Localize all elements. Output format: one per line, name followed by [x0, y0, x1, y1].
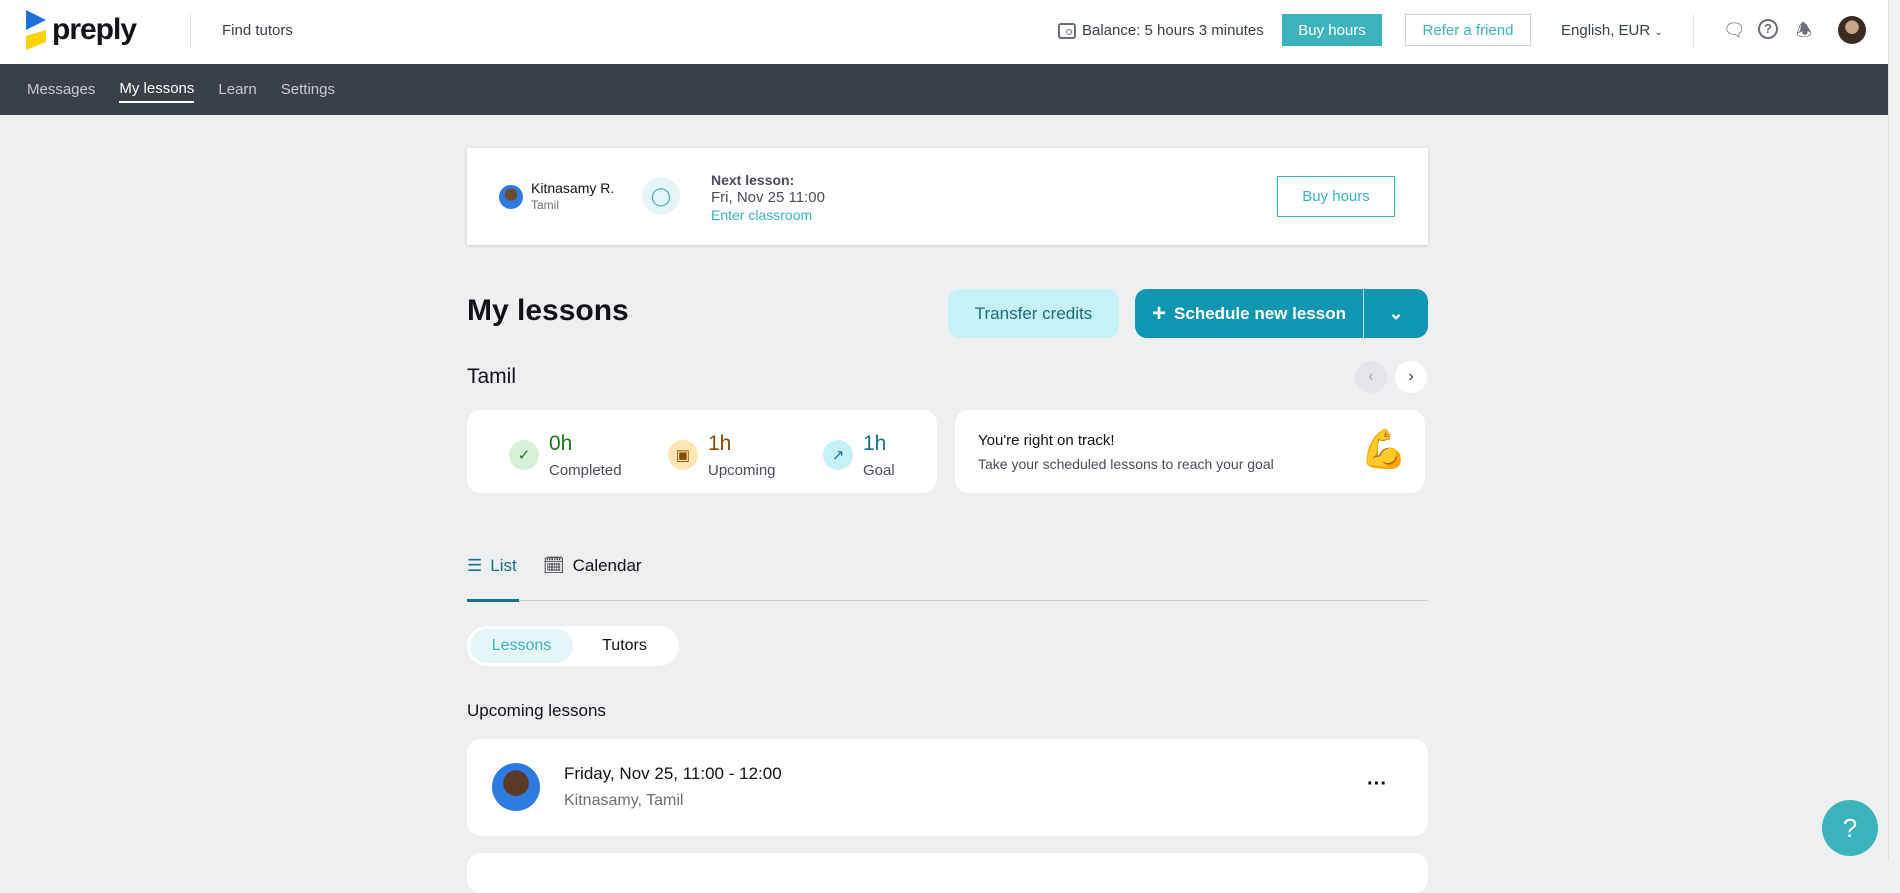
language-currency-select[interactable]: English, EUR ⌄ — [1561, 22, 1663, 39]
help-chat-button[interactable]: ? — [1822, 800, 1878, 856]
next-lesson-label: Next lesson: — [711, 172, 795, 188]
tab-calendar[interactable]: 🗓 Calendar — [543, 556, 642, 576]
page-title: My lessons — [467, 294, 629, 327]
main-nav: Messages My lessons Learn Settings — [0, 64, 1888, 115]
logo-mark-icon — [26, 10, 46, 50]
bell-icon[interactable]: 🕭 — [1793, 19, 1815, 41]
segment-lessons[interactable]: Lessons — [470, 629, 573, 663]
stat-completed: ✓ 0h Completed — [509, 432, 622, 479]
find-tutors-link[interactable]: Find tutors — [222, 22, 293, 39]
language-heading: Tamil — [467, 365, 517, 388]
flexed-bicep-icon: 💪 — [1360, 429, 1408, 471]
user-avatar[interactable] — [1838, 16, 1866, 44]
transfer-credits-button[interactable]: Transfer credits — [948, 289, 1119, 338]
lessons-tutors-toggle: Lessons Tutors — [467, 626, 679, 666]
tutor-name: Kitnasamy R. — [531, 180, 615, 196]
nav-learn[interactable]: Learn — [218, 77, 256, 102]
buy-hours-button[interactable]: Buy hours — [1282, 14, 1382, 46]
tutor-avatar — [492, 763, 540, 811]
active-tab-indicator — [467, 599, 519, 602]
upcoming-heading: Upcoming lessons — [467, 701, 606, 720]
help-icon[interactable]: ? — [1758, 19, 1778, 39]
wallet-icon — [1058, 22, 1076, 39]
enter-classroom-link[interactable]: Enter classroom — [711, 207, 812, 223]
nav-messages[interactable]: Messages — [27, 77, 95, 102]
chat-icon[interactable]: ◯ — [642, 177, 680, 215]
next-lesson-card: Kitnasamy R. Tamil ◯ Next lesson: Fri, N… — [467, 148, 1428, 245]
prev-arrow-icon[interactable]: ‹ — [1355, 361, 1387, 393]
lesson-item[interactable]: Friday, Nov 25, 11:00 - 12:00 Kitnasamy,… — [467, 739, 1428, 836]
tutor-avatar — [499, 185, 523, 209]
track-title: You're right on track! — [978, 432, 1115, 449]
track-text: Take your scheduled lessons to reach you… — [978, 456, 1274, 472]
messages-icon[interactable]: 🗨 — [1723, 19, 1746, 41]
schedule-lesson-group: + Schedule new lesson ⌄ — [1135, 289, 1428, 338]
card-buy-hours-button[interactable]: Buy hours — [1277, 176, 1395, 217]
check-icon: ✓ — [509, 440, 539, 470]
stat-upcoming: ▣ 1h Upcoming — [668, 432, 776, 479]
track-card: You're right on track! Take your schedul… — [955, 410, 1425, 493]
stat-goal: ↗ 1h Goal — [823, 432, 895, 479]
goal-arrow-icon: ↗ — [823, 440, 853, 470]
list-icon: ☰ — [467, 556, 483, 575]
tab-list[interactable]: ☰ List — [467, 556, 517, 576]
chevron-down-icon: ⌄ — [1654, 27, 1663, 38]
nav-settings[interactable]: Settings — [281, 77, 335, 102]
lesson-item[interactable] — [467, 853, 1428, 893]
calendar-icon: ▣ — [668, 440, 698, 470]
nav-my-lessons[interactable]: My lessons — [119, 76, 195, 103]
preply-logo[interactable]: preply — [26, 10, 137, 50]
divider — [190, 14, 191, 48]
schedule-new-lesson-button[interactable]: + Schedule new lesson — [1135, 289, 1364, 338]
schedule-dropdown-button[interactable]: ⌄ — [1364, 289, 1428, 338]
next-arrow-icon[interactable]: › — [1395, 361, 1427, 393]
calendar-icon: 🗓 — [543, 556, 565, 575]
lesson-tutor-subject: Kitnasamy, Tamil — [564, 792, 684, 809]
lesson-time: Friday, Nov 25, 11:00 - 12:00 — [564, 764, 782, 783]
segment-tutors[interactable]: Tutors — [573, 629, 676, 663]
next-lesson-datetime: Fri, Nov 25 11:00 — [711, 189, 825, 206]
scrollbar[interactable] — [1888, 0, 1900, 861]
more-options-icon[interactable]: ··· — [1367, 773, 1387, 796]
stats-card: ✓ 0h Completed ▣ 1h Upcoming ↗ 1h Goal — [467, 410, 937, 493]
tutor-subject: Tamil — [531, 198, 560, 212]
refer-friend-button[interactable]: Refer a friend — [1405, 14, 1531, 46]
top-header: preply Find tutors Balance: 5 hours 3 mi… — [0, 0, 1888, 64]
tab-divider — [467, 600, 1428, 601]
balance: Balance: 5 hours 3 minutes — [1058, 22, 1264, 39]
plus-icon: + — [1152, 299, 1167, 327]
divider — [1693, 14, 1694, 48]
chevron-down-icon: ⌄ — [1388, 303, 1404, 323]
